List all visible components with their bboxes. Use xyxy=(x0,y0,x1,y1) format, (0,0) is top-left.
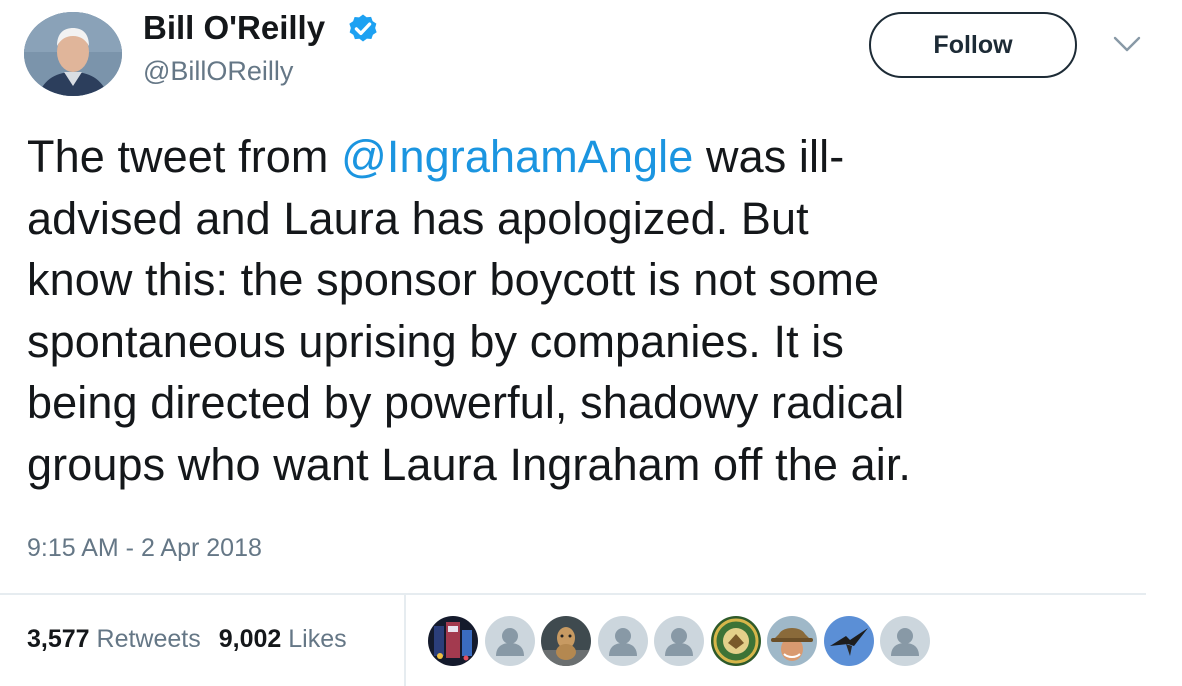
liker-avatar-1[interactable] xyxy=(428,616,478,666)
likes-stat[interactable]: 9,002 Likes xyxy=(219,625,347,653)
liker-avatar-5[interactable] xyxy=(654,616,704,666)
liker-avatar-3[interactable] xyxy=(541,616,591,666)
tweet-text-rest: was ill- advised and Laura has apologize… xyxy=(27,131,912,490)
author-handle[interactable]: @BillOReilly xyxy=(143,55,293,87)
verified-icon xyxy=(345,10,381,46)
liker-avatar-8[interactable] xyxy=(823,616,874,666)
tweet-timestamp[interactable]: 9:15 AM - 2 Apr 2018 xyxy=(27,532,262,564)
tweet-card: Bill O'Reilly @BillOReilly Follow The tw… xyxy=(0,0,1182,686)
liker-avatar-9[interactable] xyxy=(880,616,930,666)
chevron-down-icon[interactable] xyxy=(1112,34,1142,54)
retweets-count: 3,577 xyxy=(27,625,90,653)
liker-avatar-7[interactable] xyxy=(767,616,817,666)
follow-button[interactable]: Follow xyxy=(869,12,1077,78)
stats-divider xyxy=(404,595,406,686)
divider xyxy=(0,593,1146,595)
tweet-text: The tweet from @IngrahamAngle was ill- a… xyxy=(27,126,1167,495)
author-display-name[interactable]: Bill O'Reilly xyxy=(143,8,325,48)
mention-link[interactable]: @IngrahamAngle xyxy=(341,131,693,182)
likes-count: 9,002 xyxy=(218,625,282,653)
likes-label: Likes xyxy=(288,625,347,653)
liker-avatar-4[interactable] xyxy=(597,616,648,666)
author-avatar[interactable] xyxy=(24,12,122,96)
retweets-label: Retweets xyxy=(96,625,201,653)
liker-avatars xyxy=(428,616,930,666)
liker-avatar-2[interactable] xyxy=(484,616,535,666)
tweet-text-start: The tweet from xyxy=(27,131,342,182)
retweets-stat[interactable]: 3,577 Retweets xyxy=(27,625,201,653)
tweet-stats: 3,577 Retweets 9,002 Likes xyxy=(27,622,347,656)
liker-avatar-6[interactable] xyxy=(710,616,761,666)
